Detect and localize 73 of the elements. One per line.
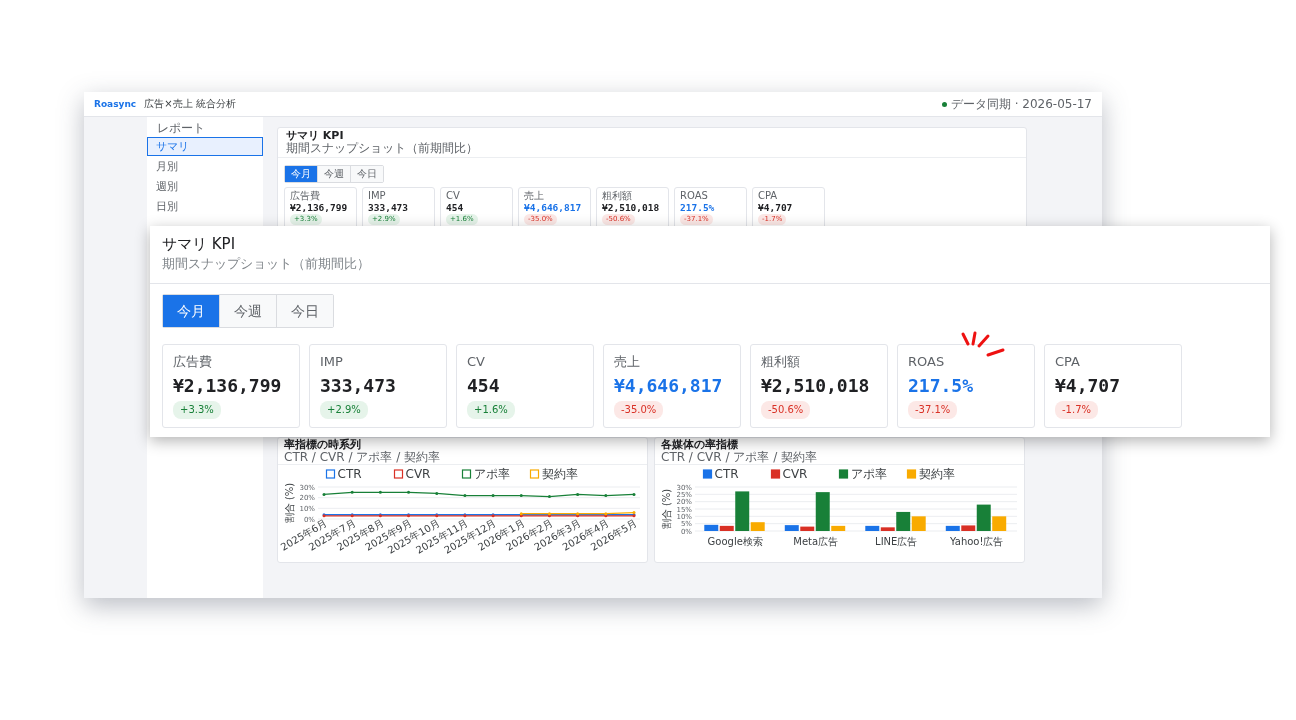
kpi-label: ROAS	[680, 190, 708, 202]
legend-label: CTR	[714, 467, 739, 481]
kpi-value: 217.5%	[908, 374, 974, 398]
change-badge: +3.3%	[173, 401, 221, 419]
sidebar-item[interactable]: 月別	[147, 157, 263, 176]
period-tab[interactable]: 今日	[277, 295, 333, 327]
period-tab[interactable]: 今月	[285, 166, 318, 182]
legend-label: アポ率	[473, 467, 510, 481]
panel-subtitle: 期間スナップショット（前期間比）	[286, 142, 479, 155]
bar	[911, 516, 926, 531]
kpi-value: ¥4,646,817	[524, 202, 582, 214]
change-badge: -37.1%	[908, 401, 958, 419]
kpi-value: 333,473	[320, 374, 396, 398]
chart-subtitle: CTR / CVR / アポ率 / 契約率	[284, 451, 441, 464]
y-axis-title: 割合 (%)	[284, 482, 295, 524]
panel-title: サマリ KPI	[286, 130, 345, 142]
x-axis-label: Yahoo!広告	[950, 536, 1004, 547]
kpi-label: ROAS	[908, 353, 945, 371]
sidebar-item[interactable]: サマリ	[147, 137, 263, 156]
kpi-value: ¥2,510,018	[602, 202, 660, 214]
chart-title: 各媒体の率指標	[661, 438, 739, 451]
chart-title: 率指標の時系列	[284, 438, 362, 451]
change-badge: +1.6%	[467, 401, 515, 419]
sidebar-item[interactable]: 週別	[147, 177, 263, 196]
legend-label: 契約率	[541, 467, 578, 481]
x-axis-label: Meta広告	[793, 536, 839, 547]
kpi-label: 売上	[614, 353, 640, 371]
y-axis-title: 割合 (%)	[661, 488, 672, 530]
sidebar-item[interactable]: 日別	[147, 197, 263, 216]
kpi-label: 粗利額	[602, 190, 632, 202]
legend-label: CVR	[405, 467, 431, 481]
kpi-value: ¥2,136,799	[173, 374, 282, 398]
kpi-value: 333,473	[368, 202, 409, 214]
kpi-label: 売上	[524, 190, 544, 202]
sidebar-heading: レポート	[157, 122, 206, 135]
kpi-label: CPA	[758, 190, 778, 202]
sync-status: データ同期 · 2026-05-17	[950, 95, 1092, 113]
kpi-value: ¥2,136,799	[290, 202, 348, 214]
period-tab[interactable]: 今週	[220, 295, 277, 327]
kpi-label: CV	[467, 353, 485, 371]
change-badge: -50.6%	[761, 401, 811, 419]
change-badge: -35.0%	[614, 401, 664, 419]
panel-subtitle: 期間スナップショット（前期間比）	[162, 255, 371, 273]
kpi-label: IMP	[320, 353, 343, 371]
kpi-value: 454	[446, 202, 464, 214]
period-tab[interactable]: 今週	[318, 166, 351, 182]
kpi-label: CPA	[1055, 353, 1080, 371]
kpi-value: 217.5%	[680, 202, 715, 214]
brand-name: Roasync	[94, 99, 137, 109]
x-axis-label: LINE広告	[875, 536, 918, 547]
legend-label: 契約率	[918, 467, 955, 481]
kpi-value: ¥4,707	[758, 202, 793, 214]
change-badge: +2.9%	[320, 401, 368, 419]
kpi-value: ¥2,510,018	[761, 374, 870, 398]
x-axis-label: Google検索	[707, 536, 763, 547]
kpi-label: CV	[446, 190, 460, 202]
legend-label: アポ率	[850, 467, 887, 481]
panel-title: サマリ KPI	[162, 234, 237, 254]
kpi-label: IMP	[368, 190, 386, 202]
status-dot-icon	[941, 101, 947, 107]
change-badge: -1.7%	[1055, 401, 1098, 419]
period-tab[interactable]: 今日	[351, 166, 383, 182]
kpi-label: 広告費	[290, 190, 320, 202]
chart-subtitle: CTR / CVR / アポ率 / 契約率	[661, 451, 818, 464]
period-tab[interactable]: 今月	[163, 295, 220, 327]
kpi-value: ¥4,646,817	[614, 374, 723, 398]
kpi-label: 粗利額	[761, 353, 800, 371]
legend-label: CVR	[782, 467, 808, 481]
app-title: 広告×売上 統合分析	[144, 97, 236, 111]
kpi-label: 広告費	[173, 353, 212, 371]
legend-label: CTR	[337, 467, 362, 481]
kpi-value: 454	[467, 374, 500, 398]
kpi-value: ¥4,707	[1055, 374, 1121, 398]
